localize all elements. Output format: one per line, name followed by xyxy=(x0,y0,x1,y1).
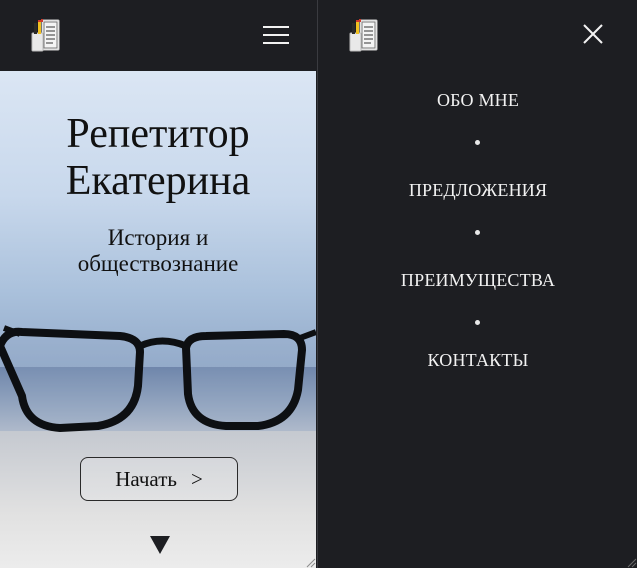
hero-subtitle: История и обществознание xyxy=(77,225,239,276)
notebook-pens-icon[interactable] xyxy=(347,17,381,54)
nav-separator-dot xyxy=(475,230,480,235)
mobile-menu-overlay: ОБО МНЕ ПРЕДЛОЖЕНИЯ ПРЕИМУЩЕСТВА КОНТАКТ… xyxy=(317,0,637,568)
nav-separator-dot xyxy=(475,320,480,325)
nav-item-offers[interactable]: ПРЕДЛОЖЕНИЯ xyxy=(318,180,637,201)
nav-item-contacts[interactable]: КОНТАКТЫ xyxy=(318,350,637,371)
nav-separator-dot xyxy=(475,140,480,145)
glasses-image xyxy=(0,325,316,432)
site-header xyxy=(0,0,316,71)
hamburger-menu-icon[interactable] xyxy=(263,26,289,46)
mobile-page-preview: Репетитор Екатерина История и обществозн… xyxy=(0,0,316,568)
hero-title: Репетитор Екатерина xyxy=(65,111,251,204)
nav-item-about[interactable]: ОБО МНЕ xyxy=(318,90,637,111)
start-button[interactable]: Начать > xyxy=(80,457,238,501)
start-button-label: Начать xyxy=(115,466,177,491)
hero-section: Репетитор Екатерина История и обществозн… xyxy=(0,71,316,568)
resize-grip-icon[interactable] xyxy=(625,556,637,568)
triangle-down-icon[interactable] xyxy=(150,536,170,554)
close-x-icon[interactable] xyxy=(583,24,603,44)
notebook-pens-icon[interactable] xyxy=(29,17,63,54)
nav-item-advantages[interactable]: ПРЕИМУЩЕСТВА xyxy=(318,270,637,291)
chevron-right-icon: > xyxy=(190,466,203,491)
resize-grip-icon[interactable] xyxy=(304,556,316,568)
